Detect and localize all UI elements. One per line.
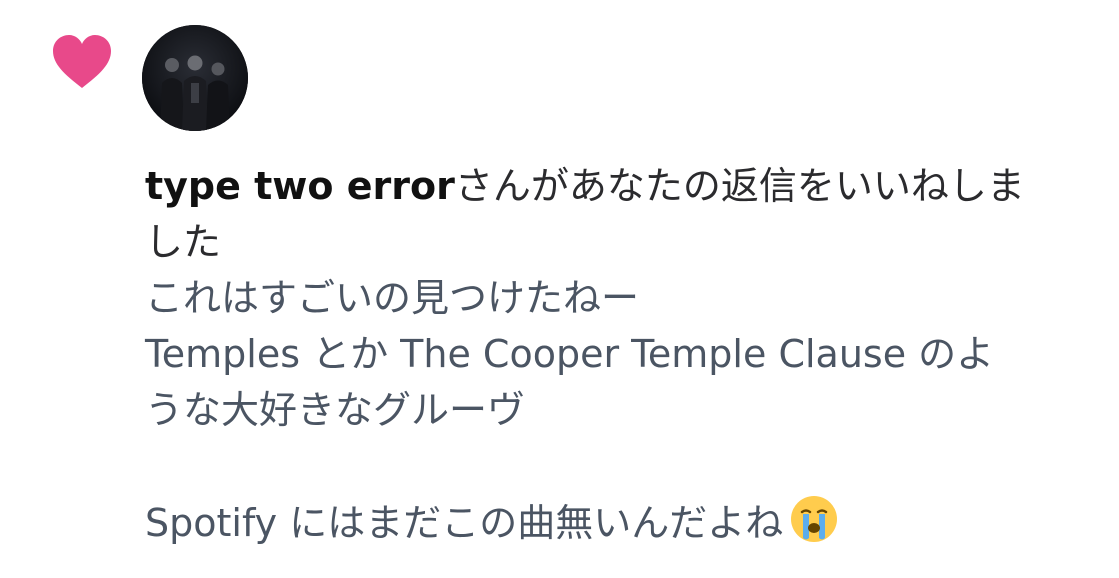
reply-line: うな大好きなグルーヴ (145, 388, 526, 432)
like-notification[interactable]: type two errorさんがあなたの返信をいいねしま した これはすごいの… (0, 0, 1119, 578)
reply-line: これはすごいの見つけたねー (145, 276, 640, 320)
notification-headline: type two errorさんがあなたの返信をいいねしま (145, 158, 1095, 214)
reply-line: Temples とか The Cooper Temple Clause のよ (145, 332, 995, 376)
heart-icon (53, 35, 111, 88)
actor-name[interactable]: type two error (145, 164, 455, 208)
notification-text: type two errorさんがあなたの返信をいいねしま した これはすごいの… (145, 158, 1095, 559)
reply-line: Spotify にはまだこの曲無いんだよね (145, 501, 784, 545)
loudly-crying-face-emoji (789, 494, 839, 559)
avatar[interactable] (142, 25, 248, 131)
reply-text[interactable]: これはすごいの見つけたねー Temples とか The Cooper Temp… (145, 270, 1095, 559)
action-text-continued: した (145, 220, 222, 264)
band-photo-image (142, 25, 248, 131)
reply-line-last: Spotify にはまだこの曲無いんだよね (145, 494, 1095, 559)
action-text: さんがあなたの返信をいいねしま (454, 164, 1025, 208)
